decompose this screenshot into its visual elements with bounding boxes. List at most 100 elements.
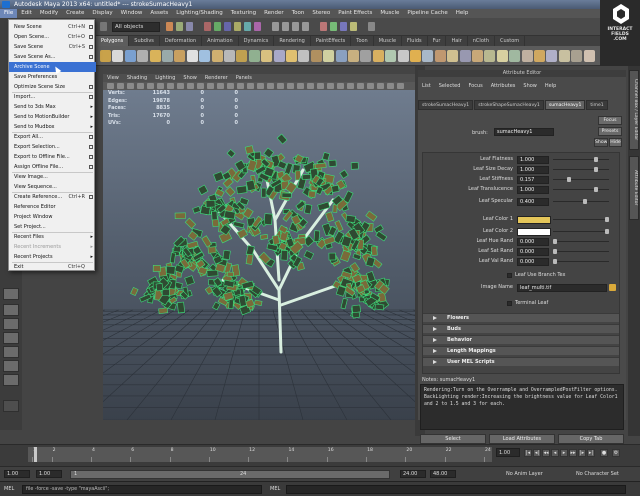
shelf-tool-icon[interactable] xyxy=(286,50,297,62)
shelf-tool-icon[interactable] xyxy=(434,50,446,62)
viewport-menu-panels[interactable]: Panels xyxy=(232,74,256,82)
shelf-tool-icon[interactable] xyxy=(224,50,235,62)
folder-icon[interactable] xyxy=(609,284,616,291)
slider-track[interactable] xyxy=(553,241,609,242)
option-box-icon[interactable] xyxy=(89,135,93,139)
file-menu-item-send-to-mudbox[interactable]: Send to Mudbox ▸ xyxy=(9,122,96,132)
ae-tab[interactable]: time1 xyxy=(586,100,608,110)
shelf-tool-icon[interactable] xyxy=(298,50,310,62)
shelf-tool-icon[interactable] xyxy=(211,50,223,62)
file-menu-item-exit[interactable]: Exit Ctrl+Q xyxy=(9,262,96,272)
viewport-tool-icon[interactable] xyxy=(187,83,194,89)
snap-grid-icon[interactable] xyxy=(272,22,279,31)
slider-handle[interactable] xyxy=(553,259,557,264)
select-button[interactable]: Select xyxy=(420,434,486,444)
viewport-menu-shading[interactable]: Shading xyxy=(123,74,151,82)
file-menu-item-optimize-scene-size[interactable]: Optimize Scene Size xyxy=(9,82,96,92)
menu-modify[interactable]: Modify xyxy=(36,9,62,18)
shelf-tool-icon[interactable] xyxy=(323,50,335,62)
menu-file[interactable]: File xyxy=(0,9,18,18)
shelf-tool-icon[interactable] xyxy=(149,50,161,62)
image-name-field[interactable]: leaf_multi.tif xyxy=(517,284,607,292)
slider-handle[interactable] xyxy=(583,199,588,204)
section-flowers[interactable]: Flowers xyxy=(423,313,619,322)
mask-icon[interactable] xyxy=(224,22,231,31)
section-buds[interactable]: Buds xyxy=(423,324,619,333)
option-box-icon[interactable] xyxy=(89,55,93,59)
shelf-tab-painteffects[interactable]: PaintEffects xyxy=(311,36,352,46)
shelf-tool-icon[interactable] xyxy=(583,50,595,62)
slider-handle[interactable] xyxy=(553,239,557,244)
file-menu-item-save-scene-as[interactable]: Save Scene As... xyxy=(9,52,96,62)
shelf-tool-icon[interactable] xyxy=(273,50,285,62)
step-back-key-icon[interactable]: ◂◂ xyxy=(542,449,550,457)
viewport-tool-icon[interactable] xyxy=(367,83,374,89)
side-tab[interactable]: Attribute Editor xyxy=(629,156,639,220)
go-to-start-icon[interactable]: |◂ xyxy=(524,449,532,457)
shelf-tool-icon[interactable] xyxy=(335,50,347,62)
ae-menu-attributes[interactable]: Attributes xyxy=(487,82,520,90)
shelf-tool-icon[interactable] xyxy=(472,50,483,62)
shelf-tool-icon[interactable] xyxy=(459,50,471,62)
ae-menu-selected[interactable]: Selected xyxy=(435,82,465,90)
shelf-tab-dynamics[interactable]: Dynamics xyxy=(239,36,275,46)
history-icon[interactable] xyxy=(320,22,327,31)
file-menu-item-save-preferences[interactable]: Save Preferences xyxy=(9,72,96,82)
viewport-tool-icon[interactable] xyxy=(147,83,154,89)
viewport-tool-icon[interactable] xyxy=(177,83,184,89)
auto-key-icon[interactable]: ● xyxy=(600,449,608,457)
viewport-tool-icon[interactable] xyxy=(107,83,114,89)
file-menu-item-view-sequence[interactable]: View Sequence... xyxy=(9,182,96,192)
viewport-tool-icon[interactable] xyxy=(397,83,404,89)
file-menu-item-set-project[interactable]: Set Project... xyxy=(9,222,96,232)
menu-edit[interactable]: Edit xyxy=(17,9,36,18)
slider-handle[interactable] xyxy=(605,217,609,222)
shelf-tab-rendering[interactable]: Rendering xyxy=(274,36,311,46)
shelf-tool-icon[interactable] xyxy=(546,50,558,62)
shelf-tool-icon[interactable] xyxy=(397,50,409,62)
slider-track[interactable] xyxy=(553,231,609,232)
mask-icon[interactable] xyxy=(244,22,251,31)
current-frame-marker[interactable] xyxy=(34,447,37,462)
viewport-tool-icon[interactable] xyxy=(297,83,304,89)
viewport-tool-icon[interactable] xyxy=(217,83,224,89)
show-button[interactable]: Show xyxy=(594,138,608,147)
shelf-tool-icon[interactable] xyxy=(199,50,211,62)
option-box-icon[interactable] xyxy=(89,25,93,29)
file-menu-item-open-scene[interactable]: Open Scene... Ctrl+O xyxy=(9,32,96,42)
ae-tab[interactable]: sumacHeavy1 xyxy=(544,100,586,110)
file-menu-item-send-to-motionbuilder[interactable]: Send to MotionBuilder ▸ xyxy=(9,112,96,122)
layout-outliner-icon[interactable] xyxy=(3,346,19,358)
shelf-tab-fur[interactable]: Fur xyxy=(428,36,447,46)
file-menu-item-view-image[interactable]: View Image... xyxy=(9,172,96,182)
mode-icon[interactable] xyxy=(100,22,107,31)
ae-menu-show[interactable]: Show xyxy=(519,82,541,90)
shelf-tool-icon[interactable] xyxy=(348,50,359,62)
side-tab[interactable]: Channel Box / Layer Editor xyxy=(629,70,639,150)
slider-handle[interactable] xyxy=(553,249,557,254)
attribute-scroll-area[interactable]: Leaf Flatness 1.000 Leaf Size Decay 1.000 Le… xyxy=(422,152,620,374)
step-back-icon[interactable]: ◂| xyxy=(533,449,541,457)
file-menu-item-create-reference[interactable]: Create Reference... Ctrl+R xyxy=(9,192,96,202)
file-menu-item-export-all[interactable]: Export All... xyxy=(9,132,96,142)
slider-track[interactable] xyxy=(553,159,609,160)
viewport-menu-view[interactable]: View xyxy=(103,74,123,82)
step-forward-icon[interactable]: |▸ xyxy=(578,449,586,457)
shelf-tool-icon[interactable] xyxy=(112,50,124,62)
file-menu-item-recent-increments[interactable]: Recent Increments ▸ xyxy=(9,242,96,252)
viewport-tool-icon[interactable] xyxy=(227,83,234,89)
slider-track[interactable] xyxy=(553,251,609,252)
shelf-tool-icon[interactable] xyxy=(248,50,260,62)
current-frame-field[interactable]: 1.00 xyxy=(496,448,520,457)
shelf-tool-icon[interactable] xyxy=(124,50,136,62)
viewport-tool-icon[interactable] xyxy=(337,83,344,89)
shelf-tab-ncloth[interactable]: nCloth xyxy=(468,36,496,46)
shelf-tab-muscle[interactable]: Muscle xyxy=(374,36,403,46)
slider-handle[interactable] xyxy=(593,187,598,192)
shelf-tab-subdivs[interactable]: Subdivs xyxy=(129,36,160,46)
ae-tab[interactable]: strokeSumacHeavy1 xyxy=(418,100,474,110)
start-time-field[interactable]: 1.00 xyxy=(4,470,30,478)
ae-menu-list[interactable]: List xyxy=(418,82,435,90)
layout-side-icon[interactable] xyxy=(3,332,19,344)
shelf-tool-icon[interactable] xyxy=(422,50,434,62)
